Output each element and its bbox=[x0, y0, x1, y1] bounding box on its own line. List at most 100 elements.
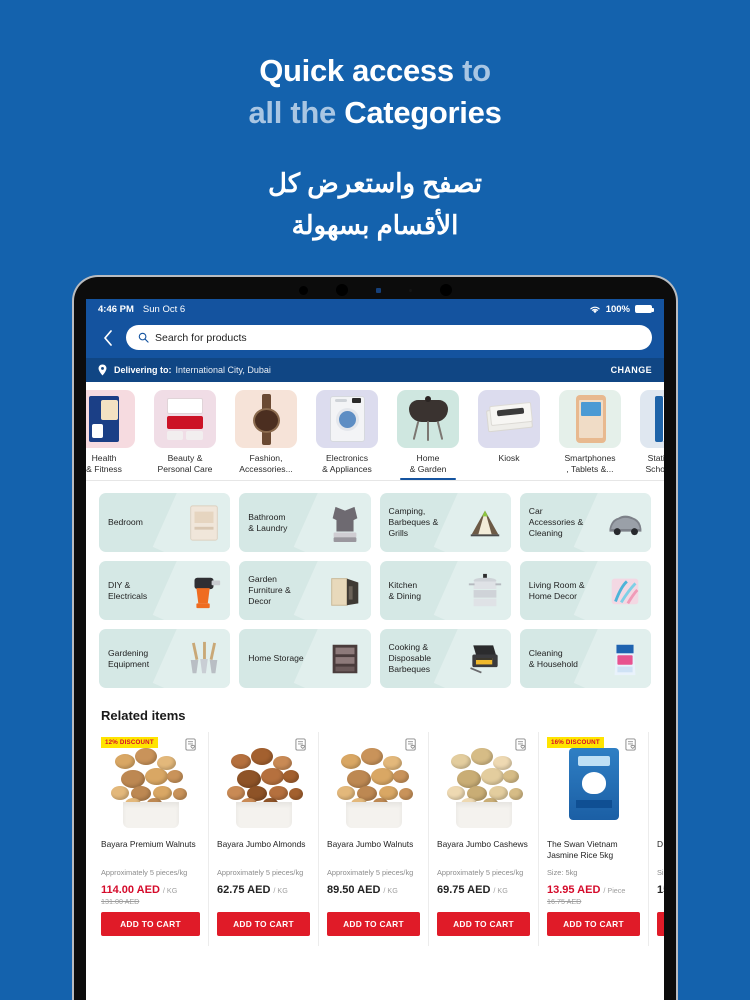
subcategory-card[interactable]: Cooking & Disposable Barbeques bbox=[379, 629, 511, 688]
mic-dot-icon bbox=[408, 288, 412, 292]
category-item[interactable]: Health & Fitness bbox=[86, 390, 140, 480]
category-item[interactable]: Fashion, Accessories... bbox=[230, 390, 302, 480]
product-unit: / KG bbox=[273, 886, 288, 895]
ambient-sensor-icon bbox=[375, 287, 381, 293]
product-name: Bayara Premium Walnuts bbox=[101, 839, 196, 849]
wishlist-note-icon[interactable] bbox=[515, 738, 528, 756]
cushion-icon bbox=[606, 571, 644, 611]
search-input[interactable]: Search for products bbox=[126, 325, 652, 350]
subcategory-card[interactable]: Kitchen & Dining bbox=[379, 561, 511, 620]
product-card[interactable]: D Si 15 ADD TO CART bbox=[649, 732, 664, 946]
category-item[interactable]: Stationery &School Sup... bbox=[635, 390, 664, 480]
category-track: Health & Fitness Beauty & Personal Care Fash… bbox=[86, 390, 664, 480]
category-label: Electronics & Appliances bbox=[322, 453, 372, 474]
delivery-bar: Delivering to: International City, Dubai… bbox=[86, 358, 664, 382]
status-right-cluster: 100% bbox=[589, 304, 654, 315]
product-card[interactable]: 16% DISCOUNT The Swan Vietnam Jasmine Ric… bbox=[539, 732, 649, 946]
category-label: Smartphones, Tablets &... bbox=[564, 453, 616, 474]
search-icon bbox=[138, 332, 149, 343]
subcategory-card[interactable]: Car Accessories & Cleaning bbox=[519, 493, 651, 552]
device-bezel-sensors bbox=[74, 284, 676, 296]
subcategory-card[interactable]: Cleaning & Household bbox=[519, 629, 651, 688]
product-card[interactable]: Bayara Jumbo Almonds Approximately 5 piec… bbox=[209, 732, 319, 946]
product-card[interactable]: Bayara Jumbo Walnuts Approximately 5 piec… bbox=[319, 732, 429, 946]
product-meta: Approximately 5 pieces/kg bbox=[101, 868, 188, 877]
product-price: 62.75 AED bbox=[217, 884, 271, 896]
category-item[interactable]: Electronics & Appliances bbox=[311, 390, 383, 480]
subcategory-label: Living Room & Home Decor bbox=[528, 579, 585, 601]
product-price-row: 15 bbox=[657, 884, 664, 896]
product-image bbox=[217, 736, 310, 832]
product-price: 13.95 AED bbox=[547, 884, 601, 896]
subcategory-card[interactable]: Living Room & Home Decor bbox=[519, 561, 651, 620]
product-price-row: 69.75 AED / KG bbox=[437, 884, 530, 896]
product-price-row: 114.00 AED / KG bbox=[101, 884, 200, 896]
bedsheet-pack-icon bbox=[185, 503, 223, 543]
wishlist-note-icon[interactable] bbox=[295, 738, 308, 756]
location-pin-icon bbox=[98, 364, 107, 376]
category-item[interactable]: Kiosk bbox=[473, 390, 545, 480]
product-image: 16% DISCOUNT bbox=[547, 736, 640, 832]
tablet-screen: 4:46 PM Sun Oct 6 100% Search for produc… bbox=[86, 299, 664, 1000]
product-price-row: 89.50 AED / KG bbox=[327, 884, 420, 896]
product-card[interactable]: Bayara Jumbo Cashews Approximately 5 piec… bbox=[429, 732, 539, 946]
subcategory-card[interactable]: DIY & Electricals bbox=[99, 561, 231, 620]
category-label: Beauty & Personal Care bbox=[157, 453, 213, 474]
subcategory-card[interactable]: Camping, Barbeques & Grills bbox=[379, 493, 511, 552]
category-carousel[interactable]: Health & Fitness Beauty & Personal Care Fash… bbox=[86, 382, 664, 481]
subcategory-card[interactable]: Gardening Equipment bbox=[99, 629, 231, 688]
product-meta: Approximately 5 pieces/kg bbox=[217, 868, 304, 877]
product-carousel[interactable]: 12% DISCOUNT Bayara Premium Walnuts Approx… bbox=[99, 732, 664, 946]
product-price: 89.50 AED bbox=[327, 884, 381, 896]
subcategory-label: Home Storage bbox=[248, 653, 304, 663]
newspaper-icon bbox=[478, 390, 540, 448]
product-price: 69.75 AED bbox=[437, 884, 491, 896]
category-item[interactable]: Beauty & Personal Care bbox=[149, 390, 221, 480]
product-price-row: 13.95 AED / Piece bbox=[547, 884, 640, 896]
subcategory-label: Bedroom bbox=[108, 517, 143, 527]
tablet-device-frame: 4:46 PM Sun Oct 6 100% Search for produc… bbox=[72, 275, 678, 1000]
status-bar: 4:46 PM Sun Oct 6 100% bbox=[86, 299, 664, 319]
category-label: Kiosk bbox=[498, 453, 520, 463]
wishlist-note-icon[interactable] bbox=[625, 738, 638, 756]
search-header: Search for products bbox=[86, 319, 664, 358]
product-price: 15 bbox=[657, 884, 664, 896]
product-card[interactable]: 12% DISCOUNT Bayara Premium Walnuts Approx… bbox=[99, 732, 209, 946]
product-name: The Swan Vietnam Jasmine Rice 5kg bbox=[547, 839, 618, 860]
category-item[interactable]: Home & Garden bbox=[392, 390, 464, 480]
add-to-cart-button[interactable]: ADD TO CART bbox=[437, 912, 530, 936]
subcategory-label: Bathroom & Laundry bbox=[248, 511, 288, 533]
add-to-cart-button[interactable]: ADD TO CART bbox=[101, 912, 200, 936]
change-address-button[interactable]: CHANGE bbox=[611, 365, 652, 375]
power-drill-icon bbox=[185, 571, 223, 611]
wifi-icon bbox=[589, 306, 600, 313]
promo-line1-strong: Quick access bbox=[259, 53, 454, 88]
add-to-cart-button[interactable]: ADD TO CART bbox=[327, 912, 420, 936]
add-to-cart-button[interactable]: ADD TO CART bbox=[657, 912, 664, 936]
subcategory-card[interactable]: Bathroom & Laundry bbox=[239, 493, 371, 552]
product-old-price bbox=[327, 897, 420, 906]
wishlist-note-icon[interactable] bbox=[405, 738, 418, 756]
category-item[interactable]: Smartphones, Tablets &... bbox=[554, 390, 626, 480]
product-price: 114.00 AED bbox=[101, 884, 160, 896]
back-button[interactable] bbox=[98, 326, 118, 350]
add-to-cart-button[interactable]: ADD TO CART bbox=[547, 912, 640, 936]
category-label: Stationery &School Sup... bbox=[645, 453, 664, 474]
subcategory-label: DIY & Electricals bbox=[108, 579, 148, 601]
subcategory-label: Camping, Barbeques & Grills bbox=[388, 506, 439, 538]
add-to-cart-button[interactable]: ADD TO CART bbox=[217, 912, 310, 936]
car-cover-icon bbox=[606, 503, 644, 543]
washing-machine-icon bbox=[316, 390, 378, 448]
subcategory-label: Cooking & Disposable Barbeques bbox=[388, 642, 432, 674]
subcategory-card[interactable]: Garden Furniture & Decor bbox=[239, 561, 371, 620]
related-items-title: Related items bbox=[101, 708, 186, 723]
product-unit: / KG bbox=[493, 886, 508, 895]
subcategory-card[interactable]: Home Storage bbox=[239, 629, 371, 688]
battery-icon bbox=[635, 305, 654, 313]
subcategory-card[interactable]: Bedroom bbox=[99, 493, 231, 552]
subcategory-label: Car Accessories & Cleaning bbox=[528, 506, 584, 538]
category-label: Fashion, Accessories... bbox=[239, 453, 293, 474]
subcategory-section: Bedroom Bathroom & Laundry Camping, Barbeque… bbox=[86, 481, 664, 698]
wishlist-note-icon[interactable] bbox=[185, 738, 198, 756]
status-time: 4:46 PM bbox=[98, 303, 134, 315]
